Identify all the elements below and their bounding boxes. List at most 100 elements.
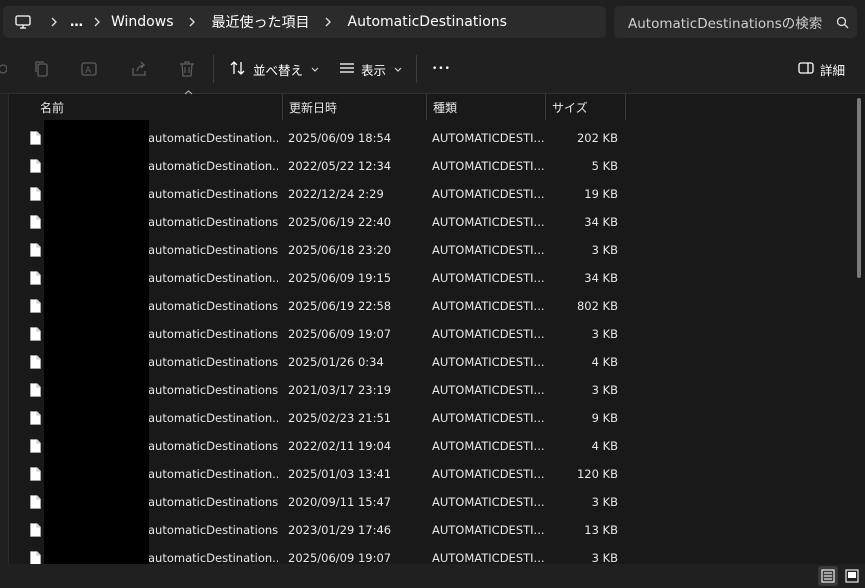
more-options-button[interactable]: ••• <box>432 57 451 81</box>
file-size: 34 KB <box>584 271 618 285</box>
file-type: AUTOMATICDESTI... <box>432 383 545 397</box>
file-date: 2025/06/18 23:20 <box>288 243 392 257</box>
file-date: 2025/01/03 13:41 <box>288 467 392 481</box>
file-name: automaticDestination... <box>148 131 278 145</box>
breadcrumb-automaticdestinations[interactable]: AutomaticDestinations <box>342 14 513 30</box>
file-type: AUTOMATICDESTI... <box>432 159 545 173</box>
file-date: 2025/01/26 0:34 <box>288 355 384 369</box>
column-header-name[interactable]: 名前 <box>34 90 283 120</box>
sort-icon <box>229 60 247 79</box>
view-label: 表示 <box>361 62 387 78</box>
file-date: 2023/01/29 17:46 <box>288 523 392 537</box>
view-button[interactable]: 表示 <box>339 57 402 81</box>
file-type: AUTOMATICDESTI... <box>432 131 545 145</box>
search-icon[interactable] <box>827 16 857 29</box>
column-header-type[interactable]: 種類 <box>427 94 546 120</box>
column-type-label: 種類 <box>433 100 458 115</box>
navigation-pane-edge <box>0 94 9 564</box>
monitor-icon[interactable] <box>3 6 43 38</box>
file-type: AUTOMATICDESTI... <box>432 215 545 229</box>
file-name: automaticDestinations... <box>148 355 278 369</box>
file-date: 2025/06/09 18:54 <box>288 131 392 145</box>
file-icon <box>30 439 41 453</box>
column-name-label: 名前 <box>40 100 65 115</box>
breadcrumb-recent[interactable]: 最近使った項目 <box>206 12 316 32</box>
chevron-right-icon[interactable] <box>43 17 65 27</box>
view-icon <box>339 62 355 77</box>
file-size: 19 KB <box>584 187 618 201</box>
address-bar[interactable]: … Windows 最近使った項目 AutomaticDestinations <box>3 6 606 38</box>
details-pane-label: 詳細 <box>820 62 846 78</box>
file-icon <box>30 299 41 313</box>
file-type: AUTOMATICDESTI... <box>432 187 545 201</box>
chevron-down-icon <box>311 65 319 74</box>
file-date: 2022/12/24 2:29 <box>288 187 384 201</box>
file-type: AUTOMATICDESTI... <box>432 327 545 341</box>
chevron-right-icon[interactable] <box>316 17 342 27</box>
file-size: 3 KB <box>591 495 618 509</box>
file-icon <box>30 355 41 369</box>
file-name: automaticDestinations... <box>148 187 278 201</box>
trash-icon[interactable] <box>176 58 198 80</box>
file-icon <box>30 131 41 145</box>
file-name: automaticDestinations... <box>148 299 278 313</box>
details-view-icon[interactable] <box>818 566 838 586</box>
title-bar: … Windows 最近使った項目 AutomaticDestinations … <box>0 0 865 44</box>
file-size: 802 KB <box>576 299 618 313</box>
column-header-size[interactable]: サイズ <box>546 94 626 120</box>
share-icon[interactable] <box>128 58 150 80</box>
file-date: 2025/06/19 22:58 <box>288 299 392 313</box>
column-header-date[interactable]: 更新日時 <box>283 94 427 120</box>
file-name: automaticDestinations... <box>148 215 278 229</box>
details-pane-button[interactable]: 詳細 <box>798 57 845 81</box>
svg-text:A: A <box>85 66 92 76</box>
cut-icon[interactable] <box>0 58 10 80</box>
file-name: automaticDestinations... <box>148 495 278 509</box>
file-size: 4 KB <box>591 355 618 369</box>
file-name: automaticDestinations... <box>148 439 278 453</box>
file-name: automaticDestination... <box>148 411 278 425</box>
file-size: 3 KB <box>591 327 618 341</box>
file-type: AUTOMATICDESTI... <box>432 523 545 537</box>
file-date: 2022/05/22 12:34 <box>288 159 392 173</box>
file-size: 5 KB <box>591 159 618 173</box>
file-size: 9 KB <box>591 411 618 425</box>
details-pane-icon <box>798 61 814 77</box>
vertical-scrollbar[interactable] <box>857 98 861 278</box>
search-box[interactable]: AutomaticDestinationsの検索 <box>614 6 857 38</box>
file-type: AUTOMATICDESTI... <box>432 355 545 369</box>
file-type: AUTOMATICDESTI... <box>432 271 545 285</box>
file-date: 2025/02/23 21:51 <box>288 411 392 425</box>
status-bar <box>0 564 865 588</box>
file-date: 2025/06/09 19:15 <box>288 271 392 285</box>
file-type: AUTOMATICDESTI... <box>432 467 545 481</box>
file-date: 2021/03/17 23:19 <box>288 383 392 397</box>
file-icon <box>30 327 41 341</box>
copy-icon[interactable] <box>31 58 53 80</box>
file-type: AUTOMATICDESTI... <box>432 411 545 425</box>
command-bar: A 並べ替え 表示 ••• 詳細 <box>0 44 865 94</box>
sort-label: 並べ替え <box>253 62 304 78</box>
file-date: 2025/06/09 19:07 <box>288 551 392 565</box>
rename-icon[interactable]: A <box>79 58 101 80</box>
search-input[interactable]: AutomaticDestinationsの検索 <box>628 12 827 32</box>
file-type: AUTOMATICDESTI... <box>432 299 545 313</box>
chevron-down-icon <box>394 65 402 74</box>
file-size: 3 KB <box>591 551 618 565</box>
breadcrumb-overflow-button[interactable]: … <box>65 15 89 30</box>
file-date: 2025/06/19 22:40 <box>288 215 392 229</box>
tiles-view-icon[interactable] <box>842 566 862 586</box>
chevron-right-icon[interactable] <box>89 17 105 27</box>
file-name: automaticDestinations-... <box>148 327 278 341</box>
file-icon <box>30 467 41 481</box>
file-name: automaticDestinations-... <box>148 243 278 257</box>
breadcrumb-windows[interactable]: Windows <box>105 14 180 30</box>
file-size: 34 KB <box>584 215 618 229</box>
chevron-right-icon[interactable] <box>180 17 206 27</box>
file-size: 4 KB <box>591 439 618 453</box>
file-type: AUTOMATICDESTI... <box>432 243 545 257</box>
file-size: 202 KB <box>576 131 618 145</box>
sort-button[interactable]: 並べ替え <box>229 57 319 81</box>
file-size: 120 KB <box>576 467 618 481</box>
column-size-label: サイズ <box>552 100 588 115</box>
